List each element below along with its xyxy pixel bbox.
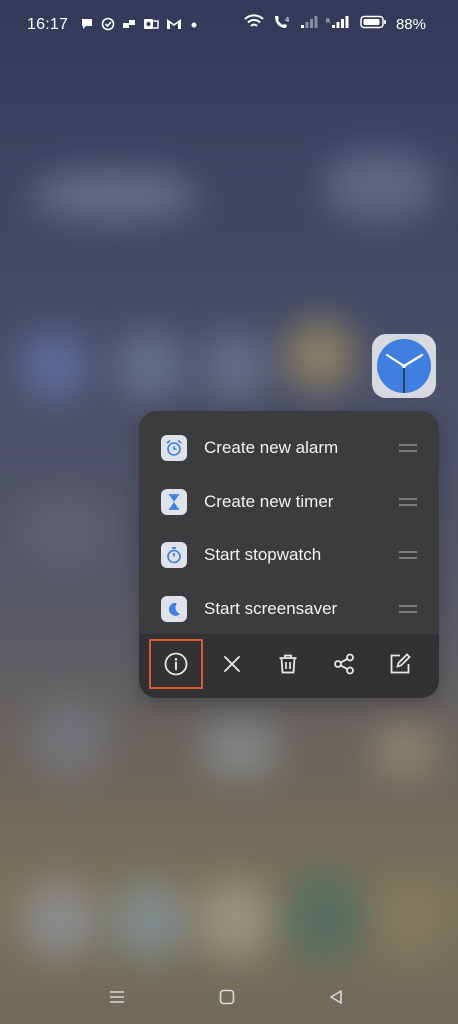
back-icon — [330, 990, 342, 1004]
signal-2-icon: R — [326, 15, 352, 34]
drag-handle-icon[interactable] — [399, 550, 417, 559]
stopwatch-icon — [161, 541, 187, 568]
svg-text:R: R — [326, 18, 330, 25]
outlook-icon — [143, 17, 159, 36]
gmail-icon — [166, 17, 182, 35]
app-action-row — [139, 634, 439, 698]
status-time: 16:17 — [27, 16, 69, 33]
navigation-bar — [0, 970, 458, 1024]
drag-handle-icon[interactable] — [399, 497, 417, 506]
status-bar: 16:17 4 R 88% — [0, 0, 458, 52]
recent-apps-button[interactable] — [102, 984, 132, 1010]
moon-icon — [161, 595, 187, 622]
remove-button[interactable] — [207, 641, 257, 687]
battery-icon — [360, 15, 388, 34]
app-info-button[interactable] — [149, 639, 203, 689]
shortcut-label: Start stopwatch — [204, 544, 322, 564]
signal-1-icon — [300, 15, 318, 34]
wifi-icon — [244, 14, 264, 35]
menu-icon — [110, 991, 124, 1003]
share-button[interactable] — [319, 641, 369, 687]
uninstall-button[interactable] — [263, 641, 313, 687]
back-button[interactable] — [321, 984, 351, 1010]
close-icon — [224, 656, 240, 672]
app-shortcut-menu: Create new alarm Create new timer Start … — [139, 411, 439, 698]
home-button[interactable] — [212, 984, 242, 1010]
shortcut-create-new-alarm[interactable]: Create new alarm — [139, 421, 439, 474]
transfer-icon — [122, 17, 136, 36]
info-icon — [164, 652, 188, 676]
battery-percent: 88% — [395, 16, 426, 33]
shortcut-label: Create new timer — [204, 491, 334, 511]
shortcut-label: Create new alarm — [204, 437, 339, 457]
chat-bubble-icon — [80, 17, 94, 36]
system-status: 4 R 88% — [244, 14, 426, 35]
shortcut-create-new-timer[interactable]: Create new timer — [139, 475, 439, 528]
drag-handle-icon[interactable] — [399, 604, 417, 613]
edit-button[interactable] — [375, 641, 425, 687]
check-circle-icon — [101, 17, 115, 36]
notification-icons — [80, 16, 199, 36]
dot-icon — [189, 17, 199, 35]
home-icon — [219, 989, 235, 1005]
hourglass-icon — [161, 488, 187, 515]
drag-handle-icon[interactable] — [399, 443, 417, 452]
svg-text:4: 4 — [285, 16, 290, 24]
shortcut-start-screensaver[interactable]: Start screensaver — [139, 582, 439, 635]
clock-face-icon — [377, 339, 431, 393]
share-icon — [334, 653, 354, 675]
volte-call-icon: 4 — [272, 14, 292, 35]
shortcut-label: Start screensaver — [204, 598, 338, 618]
alarm-icon — [161, 434, 187, 461]
edit-icon — [390, 653, 411, 674]
shortcut-start-stopwatch[interactable]: Start stopwatch — [139, 528, 439, 581]
clock-app-icon[interactable] — [372, 334, 436, 398]
trash-icon — [279, 654, 297, 674]
